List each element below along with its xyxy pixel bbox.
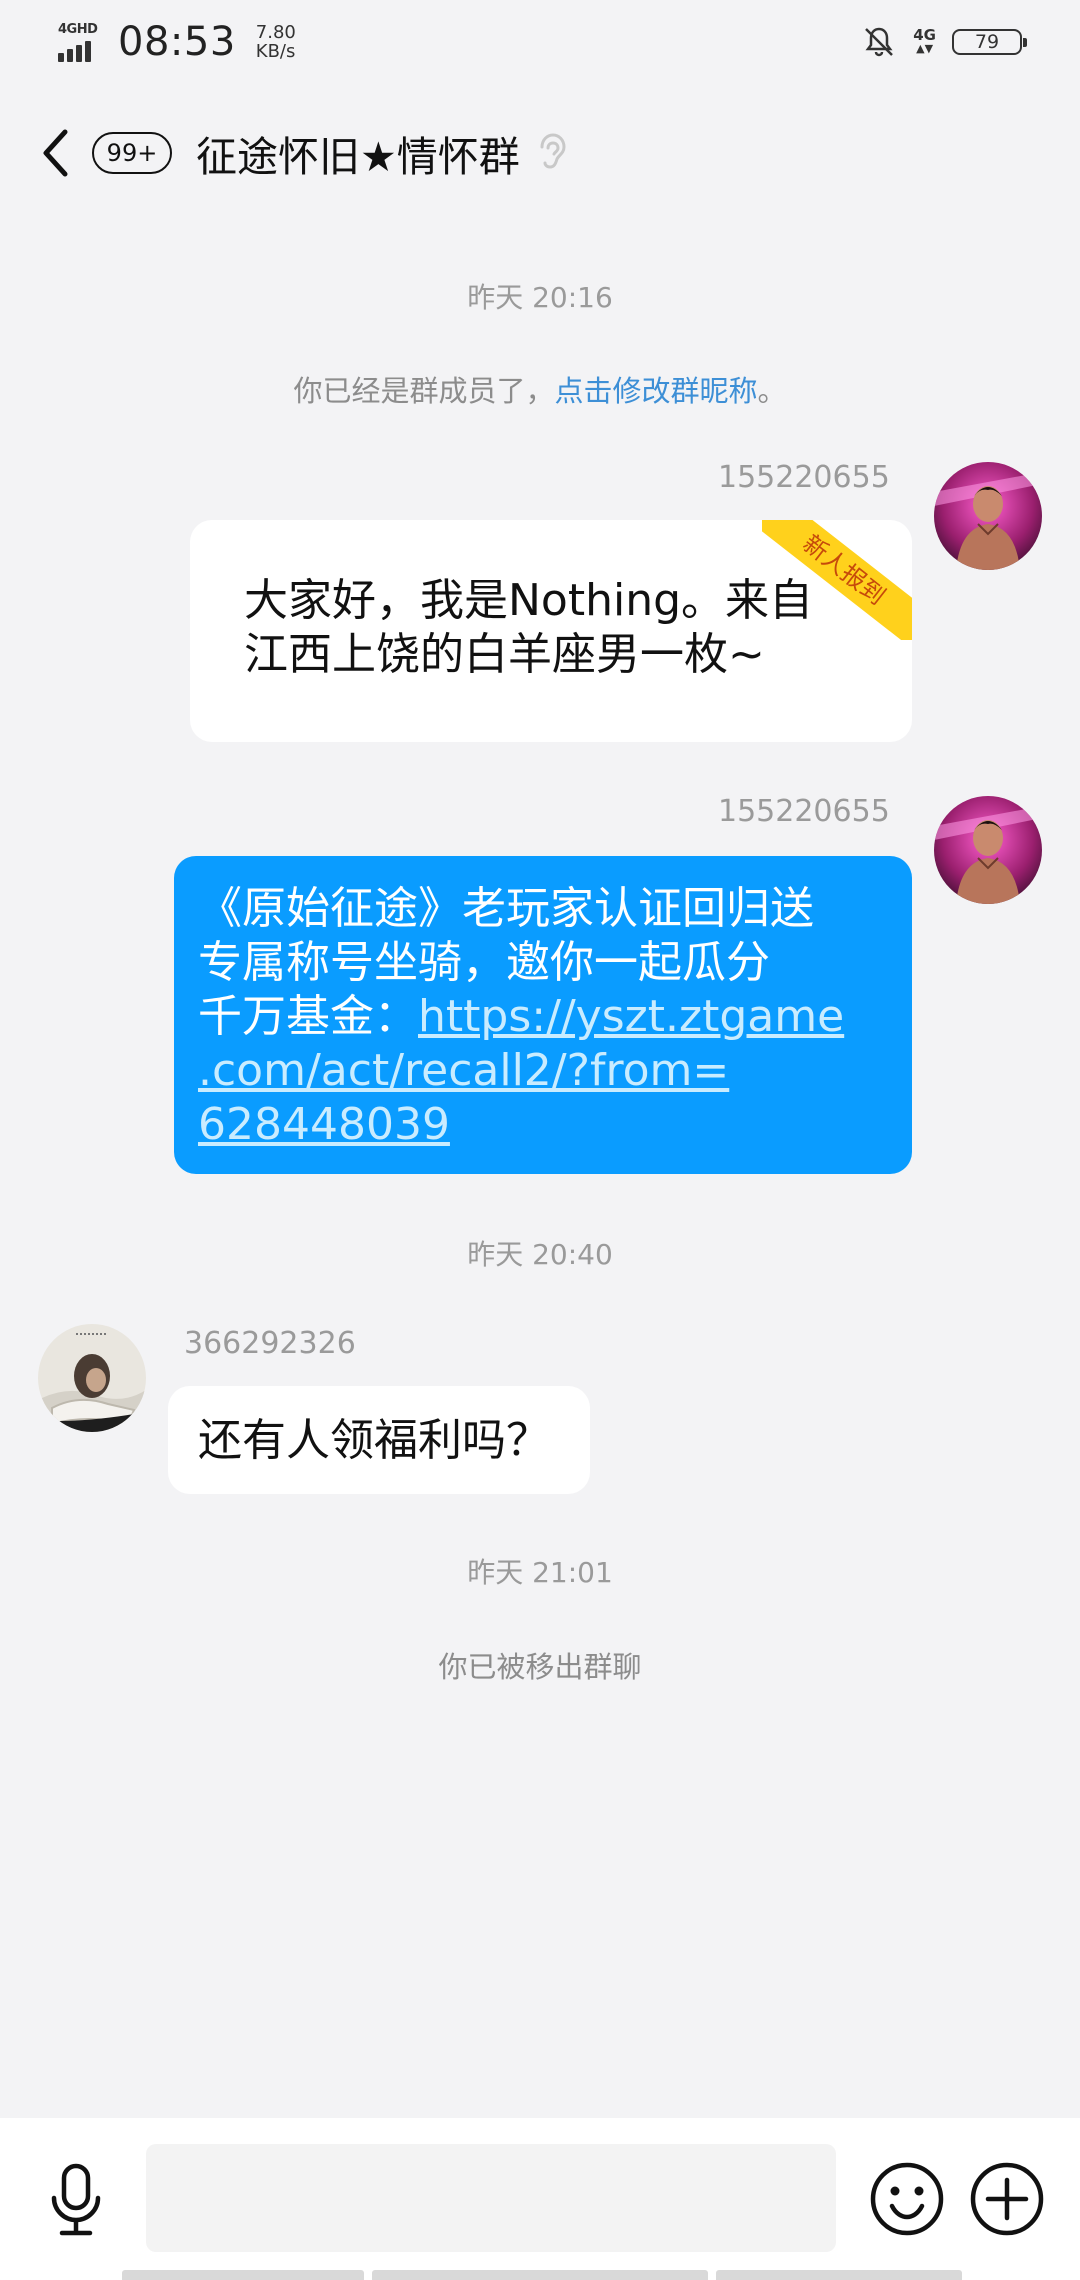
recall-link[interactable]: .com/act/recall2/?from= bbox=[198, 1045, 729, 1096]
plus-icon[interactable] bbox=[968, 2160, 1046, 2238]
status-bar: 4GHD 08:53 7.80 KB/s 4G ▲▼ 79 bbox=[0, 0, 1080, 84]
sender-name[interactable]: 155220655 bbox=[718, 460, 890, 495]
message-bubble[interactable]: 《原始征途》老玩家认证回归送 专属称号坐骑，邀你一起瓜分 千万基金：https:… bbox=[174, 856, 912, 1174]
message-line: 千万基金：https://yszt.ztgame bbox=[198, 990, 844, 1044]
message-line-text: 千万基金： bbox=[198, 991, 418, 1042]
speed-unit: KB/s bbox=[255, 41, 296, 62]
message-text: 还有人领福利吗？ bbox=[198, 1415, 550, 1466]
mute-bell-icon bbox=[865, 27, 894, 57]
status-right: 4G ▲▼ 79 bbox=[861, 24, 1027, 60]
panel-tab-hints bbox=[0, 2270, 1080, 2280]
message-line: 大家好，我是Nothing。来自 bbox=[244, 575, 814, 626]
message-line: 江西上饶的白羊座男一枚~ bbox=[244, 629, 765, 680]
message-input[interactable] bbox=[146, 2144, 836, 2252]
group-title[interactable]: 征途怀旧★情怀群 bbox=[196, 123, 520, 183]
mobile-data-icon: 4G ▲▼ bbox=[913, 26, 936, 56]
message-bubble[interactable]: 还有人领福利吗？ bbox=[168, 1386, 590, 1494]
battery-icon: 79 bbox=[952, 29, 1027, 55]
back-button[interactable] bbox=[40, 123, 80, 183]
sender-name[interactable]: 366292326 bbox=[184, 1326, 356, 1361]
avatar-image bbox=[934, 462, 1042, 570]
signal-icon: 4GHD bbox=[58, 22, 104, 62]
ear-icon[interactable] bbox=[534, 131, 568, 175]
recall-link[interactable]: 628448039 bbox=[198, 1099, 450, 1150]
speed-value: 7.80 bbox=[255, 22, 296, 43]
recall-link[interactable]: https://yszt.ztgame bbox=[418, 991, 844, 1042]
message-line: 628448039 bbox=[198, 1098, 844, 1152]
microphone-icon[interactable] bbox=[46, 2162, 106, 2238]
message-line: 专属称号坐骑，邀你一起瓜分 bbox=[198, 937, 770, 988]
mobile-data-label: 4G bbox=[913, 26, 936, 44]
avatar-image bbox=[934, 796, 1042, 904]
input-bar bbox=[0, 2118, 1080, 2280]
message-text: 大家好，我是Nothing。来自 江西上饶的白羊座男一枚~ bbox=[244, 574, 813, 682]
message-line: 《原始征途》老玩家认证回归送 bbox=[198, 883, 814, 934]
system-message: 你已被移出群聊 bbox=[438, 1650, 642, 1684]
system-message-text: 你已经是群成员了， bbox=[293, 374, 555, 408]
unread-count-badge[interactable]: 99+ bbox=[92, 132, 172, 174]
message-bubble[interactable]: 新人报到 大家好，我是Nothing。来自 江西上饶的白羊座男一枚~ bbox=[190, 520, 912, 742]
avatar[interactable] bbox=[38, 1324, 146, 1432]
edit-nickname-link[interactable]: 点击修改群昵称 bbox=[554, 374, 757, 408]
timestamp: 昨天 20:40 bbox=[467, 1238, 613, 1271]
network-speed: 7.80 KB/s bbox=[256, 23, 296, 61]
sender-name[interactable]: 155220655 bbox=[718, 794, 890, 829]
system-message-end: 。 bbox=[757, 374, 787, 408]
timestamp: 昨天 21:01 bbox=[467, 1556, 613, 1589]
clock: 08:53 bbox=[118, 19, 236, 65]
chat-header: 99+ 征途怀旧★情怀群 bbox=[0, 110, 1080, 196]
system-message: 你已经是群成员了，点击修改群昵称。 bbox=[0, 368, 1080, 410]
status-left: 4GHD 08:53 7.80 KB/s bbox=[58, 19, 296, 65]
avatar[interactable] bbox=[934, 462, 1042, 570]
avatar[interactable] bbox=[934, 796, 1042, 904]
battery-level: 79 bbox=[974, 31, 1000, 53]
avatar-image bbox=[38, 1324, 146, 1432]
chevron-left-icon bbox=[43, 129, 68, 177]
emoji-icon[interactable] bbox=[868, 2160, 946, 2238]
message-text: 《原始征途》老玩家认证回归送 专属称号坐骑，邀你一起瓜分 千万基金：https:… bbox=[198, 882, 844, 1152]
message-line: .com/act/recall2/?from= bbox=[198, 1044, 844, 1098]
network-type: 4GHD bbox=[58, 22, 98, 37]
timestamp: 昨天 20:16 bbox=[467, 281, 613, 314]
